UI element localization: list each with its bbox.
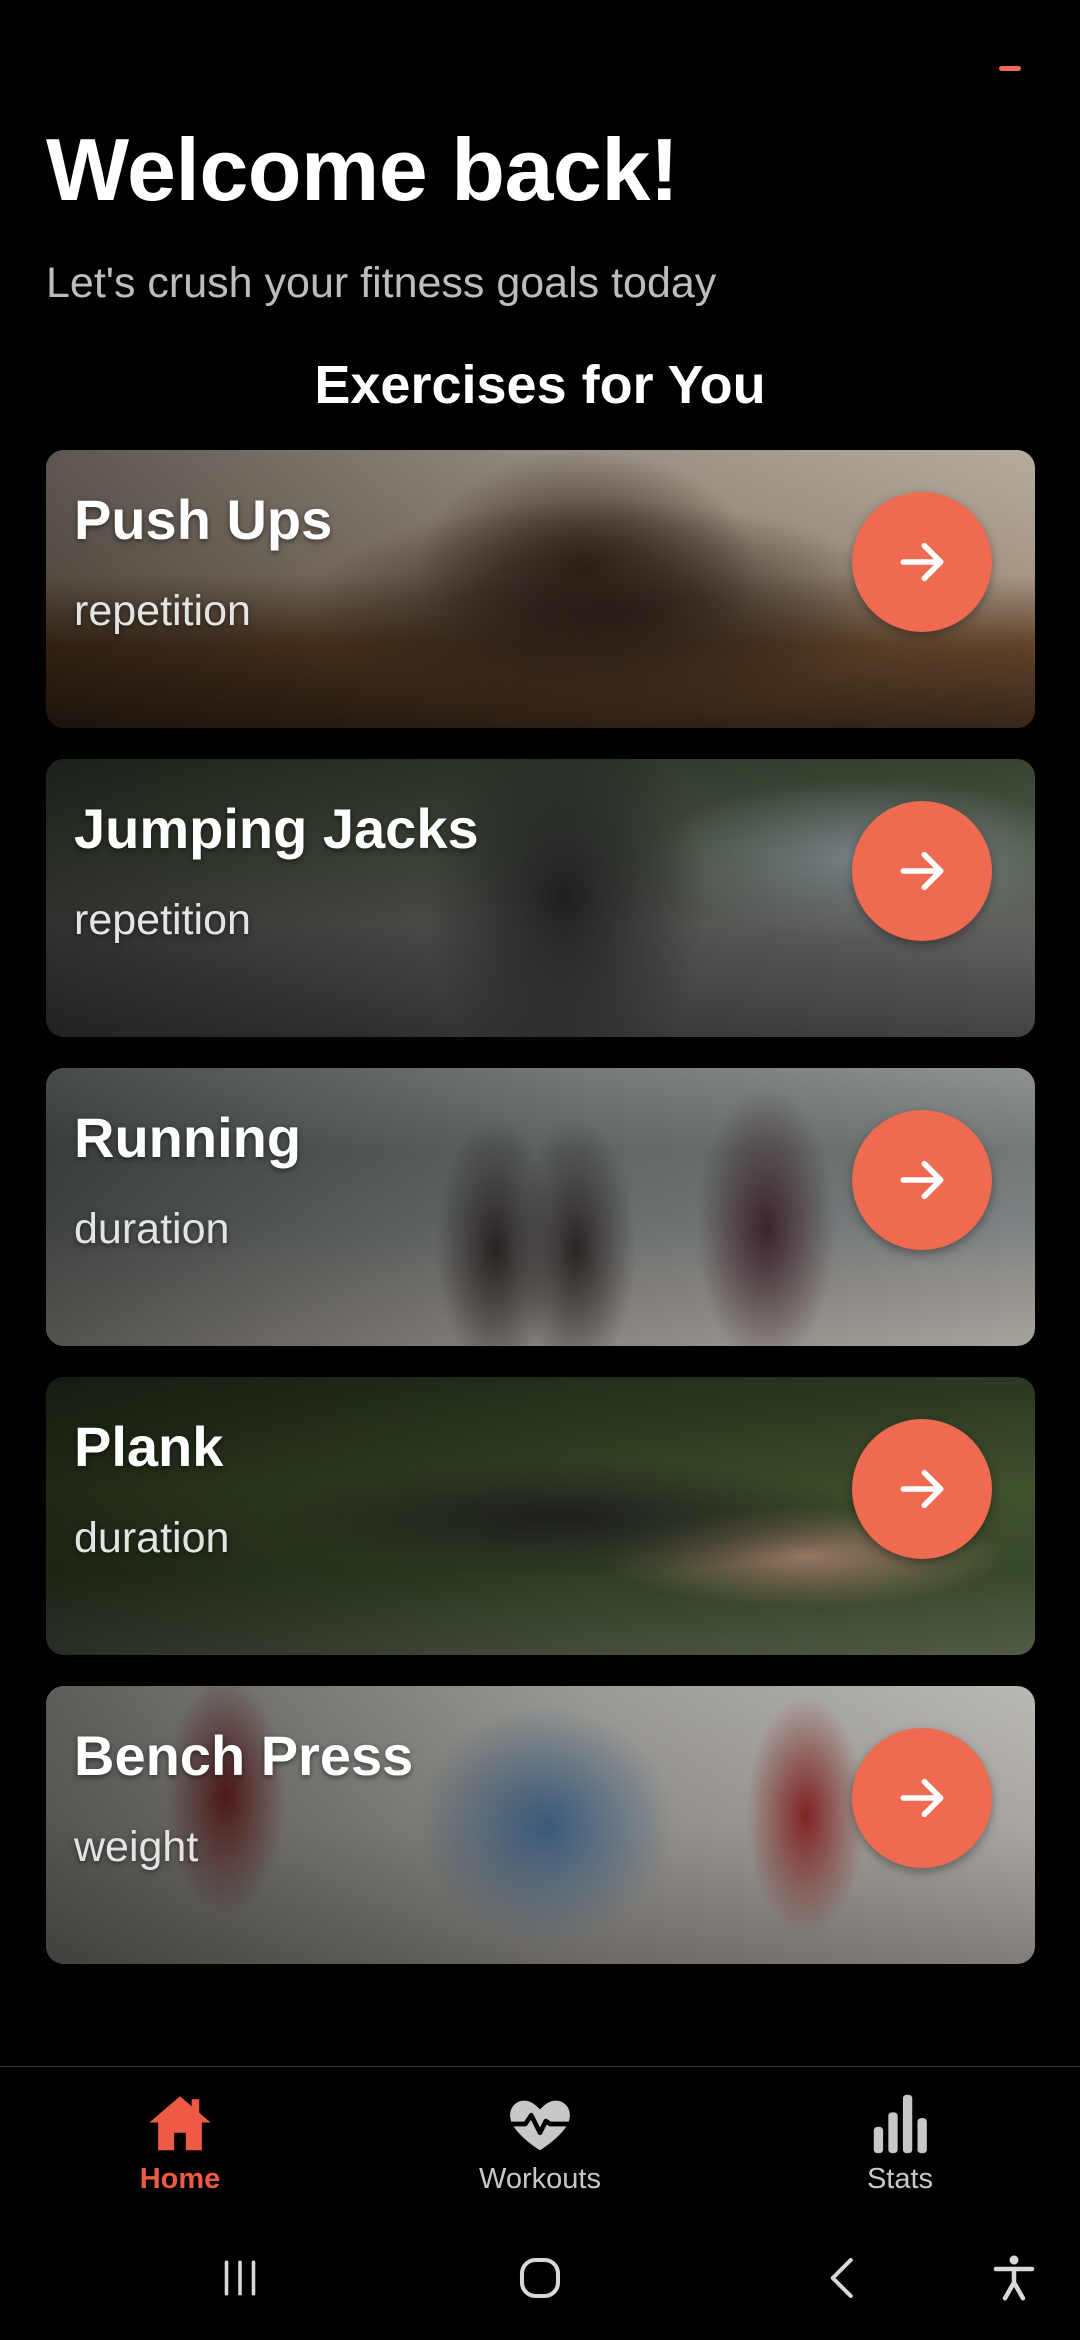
- nav-item-home[interactable]: Home: [60, 2067, 300, 2217]
- system-back-button[interactable]: [812, 2246, 876, 2310]
- home-icon: [149, 2096, 211, 2151]
- section-title: Exercises for You: [314, 355, 766, 415]
- exercise-type: weight: [74, 1823, 199, 1871]
- page-subtitle: Let's crush your fitness goals today: [46, 259, 717, 307]
- exercise-card-bench-press[interactable]: Bench Press weight: [46, 1686, 1035, 1964]
- exercise-name: Jumping Jacks: [74, 797, 479, 860]
- arrow-right-icon: [900, 542, 944, 582]
- recents-button[interactable]: [208, 2246, 272, 2310]
- open-exercise-button[interactable]: [852, 1419, 992, 1559]
- exercise-type: duration: [74, 1514, 230, 1562]
- page-title: Welcome back!: [46, 120, 679, 219]
- nav-label-home: Home: [139, 2163, 221, 2195]
- bar-chart-icon: [873, 2094, 927, 2154]
- arrow-right-icon: [900, 1778, 944, 1818]
- heart-pulse-icon: [508, 2100, 572, 2151]
- exercise-card-push-ups[interactable]: Push Ups repetition: [46, 450, 1035, 728]
- exercise-card-running[interactable]: Running duration: [46, 1068, 1035, 1346]
- arrow-right-icon: [900, 1469, 944, 1509]
- system-home-button[interactable]: [508, 2246, 572, 2310]
- accessibility-button[interactable]: [982, 2246, 1046, 2310]
- nav-item-stats[interactable]: Stats: [780, 2067, 1020, 2217]
- exercise-list: Push Ups repetition Jumping Jacks repeti…: [46, 450, 1035, 1995]
- nav-label-stats: Stats: [866, 2163, 934, 2195]
- bottom-navigation: Home Workouts Stats: [0, 2066, 1080, 2216]
- accessibility-icon: [993, 2255, 1035, 2301]
- exercise-card-plank[interactable]: Plank duration: [46, 1377, 1035, 1655]
- recents-icon: [224, 2260, 256, 2296]
- exercise-name: Running: [74, 1106, 302, 1169]
- home-circle-icon: [519, 2257, 561, 2299]
- exercise-name: Bench Press: [74, 1724, 414, 1787]
- open-exercise-button[interactable]: [852, 1728, 992, 1868]
- exercise-type: repetition: [74, 896, 251, 944]
- nav-item-workouts[interactable]: Workouts: [420, 2067, 660, 2217]
- exercise-type: repetition: [74, 587, 251, 635]
- status-indicator: [999, 66, 1021, 71]
- back-icon: [830, 2257, 853, 2299]
- exercise-name: Plank: [74, 1415, 224, 1478]
- open-exercise-button[interactable]: [852, 1110, 992, 1250]
- exercise-card-jumping-jacks[interactable]: Jumping Jacks repetition: [46, 759, 1035, 1037]
- open-exercise-button[interactable]: [852, 801, 992, 941]
- open-exercise-button[interactable]: [852, 492, 992, 632]
- arrow-right-icon: [900, 851, 944, 891]
- system-navigation-bar: [0, 2216, 1080, 2340]
- exercise-type: duration: [74, 1205, 230, 1253]
- arrow-right-icon: [900, 1160, 944, 1200]
- nav-label-workouts: Workouts: [479, 2163, 601, 2195]
- exercise-name: Push Ups: [74, 488, 333, 551]
